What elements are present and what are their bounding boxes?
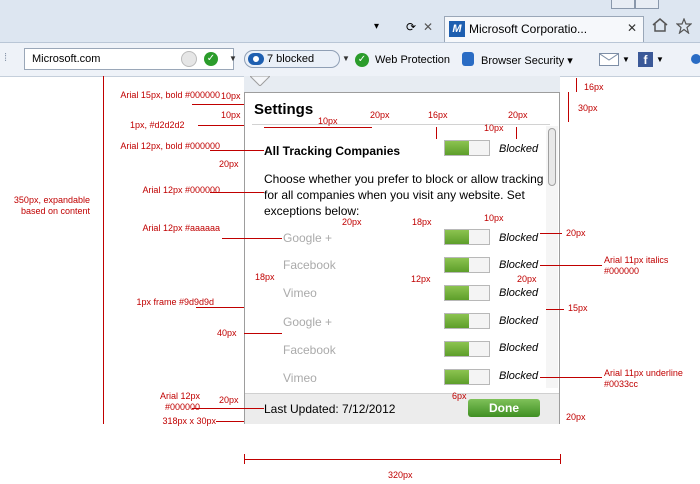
blocked-counter-button[interactable]: 7 blocked [244, 50, 340, 68]
dropdown-icon[interactable]: ▾ [374, 21, 379, 32]
done-button[interactable]: Done [468, 399, 540, 417]
site-toggle[interactable] [444, 313, 490, 329]
dim-label: 18px [255, 272, 275, 282]
maximize-button[interactable] [635, 0, 659, 9]
annotation-site-font: Arial 12px #aaaaaa [142, 223, 220, 233]
scrollbar[interactable] [546, 126, 558, 388]
web-protection-check-icon: ✓ [355, 53, 369, 67]
blocked-dropdown-icon[interactable]: ▼ [342, 54, 350, 63]
annotation-divider: 1px, #d2d2d2 [130, 120, 185, 130]
dim-label: 20px [517, 274, 537, 284]
browser-tab-bar: ▾ ⟳ ✕ M Microsoft Corporatio... ✕ [0, 0, 700, 43]
dim-label: 20px [370, 110, 390, 120]
dim-label: 15px [568, 303, 588, 313]
dim-label: 10px [318, 116, 338, 126]
stop-icon[interactable]: ✕ [423, 20, 433, 34]
dim-label: 16px [584, 82, 604, 92]
section-description: Choose whether you prefer to block or al… [264, 172, 544, 218]
title-divider [252, 124, 550, 125]
favorites-star-icon[interactable] [675, 17, 693, 35]
annotation-desc-font: Arial 12px #000000 [142, 185, 220, 195]
dim-label: 20px [566, 412, 586, 422]
all-companies-toggle[interactable] [444, 140, 490, 156]
dim-label: 40px [217, 328, 237, 338]
dim-label: 12px [411, 274, 431, 284]
last-updated-text: Last Updated: 7/12/2012 [264, 402, 396, 416]
lock-icon [462, 52, 474, 66]
annotation-height: 350px, expandable based on content [13, 195, 90, 216]
tab-close-icon[interactable]: ✕ [627, 21, 637, 35]
microsoft-logo-icon: M [449, 21, 465, 37]
dim-label: 10px [484, 123, 504, 133]
list-item: Google + [283, 231, 333, 245]
list-item: Google + [283, 315, 333, 329]
annotation-state-font: Arial 11px italics #000000 [604, 255, 669, 276]
eye-icon [248, 53, 264, 65]
site-state: Blocked [499, 315, 539, 327]
dim-label: 20px [342, 217, 362, 227]
dim-label: 20px [566, 228, 586, 238]
dim-label: 20px [508, 110, 528, 120]
mail-icon[interactable] [599, 53, 619, 66]
dim-label: 320px [388, 470, 413, 480]
address-dropdown-icon[interactable]: ▼ [229, 54, 237, 63]
toolbar-grip-icon: ⁞ [4, 52, 8, 64]
dim-label: 6px [452, 391, 467, 401]
annotation-footer-font: Arial 12px #000000 [159, 391, 200, 412]
dim-label: 10px [221, 91, 241, 101]
tab-title: Microsoft Corporatio... [469, 22, 588, 36]
page-title: Settings [254, 101, 314, 118]
dim-label: 10px [221, 110, 241, 120]
list-item: Vimeo [283, 371, 317, 385]
dim-label: 20px [219, 395, 239, 405]
site-state: Blocked [499, 370, 539, 382]
mail-dropdown-icon[interactable]: ▼ [622, 55, 630, 64]
dim-label: 30px [578, 103, 598, 113]
security-icon[interactable] [181, 51, 197, 67]
dim-label: 16px [428, 110, 448, 120]
browser-security-button[interactable]: Browser Security ▾ [481, 54, 573, 67]
site-toggle[interactable] [444, 257, 490, 273]
web-protection-button[interactable]: Web Protection [375, 54, 450, 66]
annotation-footer-size: 318px x 30px [162, 416, 216, 426]
blocked-count-label: 7 blocked [267, 53, 315, 65]
site-toggle[interactable] [444, 229, 490, 245]
list-item: Facebook [283, 258, 336, 272]
annotation-title-font: Arial 15px, bold #000000 [120, 90, 220, 100]
dim-label: 20px [219, 159, 239, 169]
site-state: Blocked [499, 287, 539, 299]
site-toggle[interactable] [444, 285, 490, 301]
facebook-dropdown-icon[interactable]: ▼ [656, 55, 664, 64]
site-toggle[interactable] [444, 369, 490, 385]
site-toggle[interactable] [444, 341, 490, 357]
refresh-icon[interactable]: ⟳ [406, 20, 416, 34]
address-text: Microsoft.com [32, 53, 101, 65]
site-state: Blocked [499, 259, 539, 271]
minimize-button[interactable] [611, 0, 635, 9]
site-state: Blocked [499, 342, 539, 354]
list-item: Vimeo [283, 286, 317, 300]
annotation-section-font: Arial 12px, bold #000000 [120, 141, 220, 151]
section-title: All Tracking Companies [264, 144, 401, 158]
check-icon[interactable]: ✓ [204, 52, 218, 66]
browser-tab[interactable]: M Microsoft Corporatio... ✕ [444, 16, 644, 42]
all-companies-state: Blocked [499, 143, 539, 155]
list-item: Facebook [283, 343, 336, 357]
facebook-icon[interactable]: f [638, 52, 653, 67]
dim-label: 18px [412, 217, 432, 227]
annotation-link-font: Arial 11px underline #0033cc [604, 368, 683, 389]
address-bar[interactable]: Microsoft.com ✓ [24, 48, 234, 70]
panel-header-band [244, 76, 560, 92]
home-icon[interactable] [652, 18, 668, 32]
extension-icon[interactable] [691, 54, 700, 64]
dim-label: 10px [484, 213, 504, 223]
site-state: Blocked [499, 232, 539, 244]
scrollbar-thumb[interactable] [548, 128, 556, 186]
